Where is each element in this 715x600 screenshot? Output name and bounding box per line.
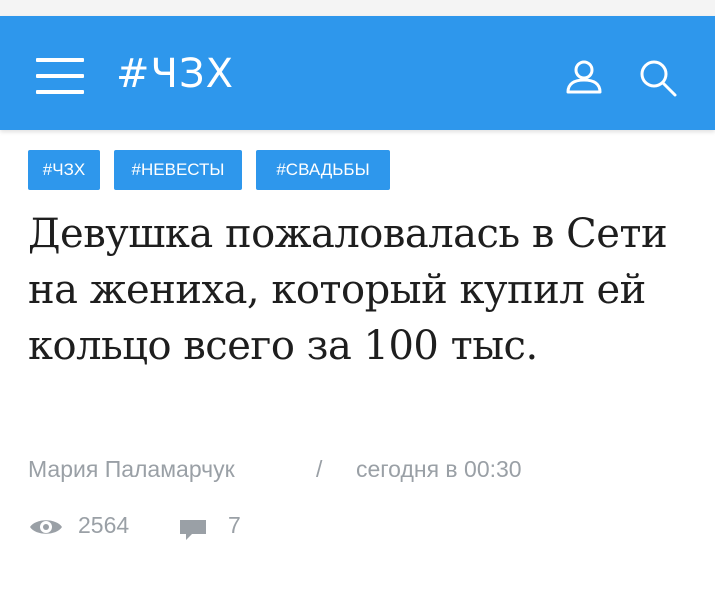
tag-nevesty[interactable]: #НЕВЕСТЫ xyxy=(114,150,242,190)
article-title: Девушка пожаловалась в Сети на жениха, к… xyxy=(28,211,668,369)
meta-separator: / xyxy=(316,456,323,482)
user-icon[interactable] xyxy=(560,54,608,102)
comments-count[interactable]: 7 xyxy=(228,512,241,539)
views-count: 2564 xyxy=(78,512,130,538)
site-title[interactable]: #ЧЗХ xyxy=(116,50,234,98)
site-header: #ЧЗХ xyxy=(0,16,715,130)
menu-icon[interactable] xyxy=(34,56,86,96)
author-name[interactable]: Мария Паламарчук xyxy=(28,456,235,483)
tag-chzh[interactable]: #ЧЗХ xyxy=(28,150,100,190)
status-strip xyxy=(0,0,715,16)
eye-icon xyxy=(28,516,64,544)
publish-date: сегодня в 00:30 xyxy=(356,456,522,482)
search-icon[interactable] xyxy=(634,54,682,102)
comment-icon[interactable] xyxy=(178,518,208,548)
tag-svadby[interactable]: #СВАДЬБЫ xyxy=(256,150,390,190)
